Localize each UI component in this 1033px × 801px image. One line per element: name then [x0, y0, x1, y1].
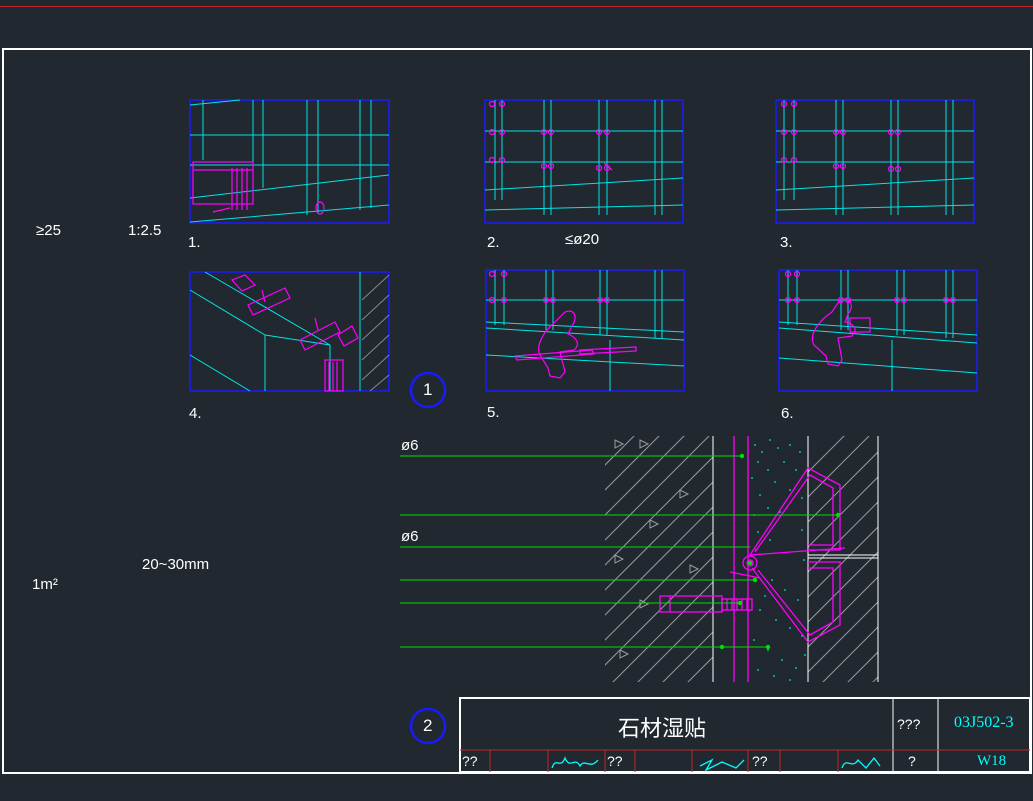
signature-strokes	[551, 756, 881, 772]
mortar-stipple	[751, 439, 806, 681]
title-block-red-lines	[460, 749, 1030, 772]
section-detail	[400, 436, 879, 682]
step-label-2: 2.	[487, 234, 500, 251]
area-label: 1m²	[32, 576, 58, 593]
step-label-1: 1.	[188, 234, 201, 251]
atlas-label: ???	[897, 716, 921, 732]
wire-dia-label-1: ø6	[401, 437, 419, 454]
min-thickness-label: ≥25	[36, 222, 61, 239]
drawing-number: 03J502-3	[954, 714, 1014, 731]
step-2-panel	[484, 99, 684, 224]
step-label-4: 4.	[189, 405, 202, 422]
wire-dia-label-2: ø6	[401, 528, 419, 545]
page-label: ?	[908, 753, 916, 769]
step-3-panel	[775, 99, 975, 224]
step-4-panel	[189, 271, 390, 392]
step-1-panel	[189, 99, 390, 224]
step-label-3: 3.	[780, 234, 793, 251]
detail-drawing	[189, 99, 1031, 773]
rebar-dia-label: ≤ø20	[565, 231, 600, 248]
page-number: W18	[977, 753, 1007, 769]
drawing-title: 石材湿贴	[618, 717, 707, 742]
step-label-5: 5.	[487, 404, 500, 421]
step-6-panel	[778, 269, 978, 392]
signature-label-3: ??	[752, 753, 768, 769]
callout-2-label: 2	[423, 716, 433, 735]
signature-label-2: ??	[607, 753, 623, 769]
title-block-frame	[459, 697, 1031, 773]
step-5-panel	[485, 269, 685, 392]
step-label-6: 6.	[781, 405, 794, 422]
signature-label-1: ??	[462, 753, 478, 769]
gap-range-label: 20~30mm	[142, 556, 210, 573]
callout-1-label: 1	[423, 380, 433, 399]
mortar-ratio-label: 1:2.5	[128, 222, 162, 239]
